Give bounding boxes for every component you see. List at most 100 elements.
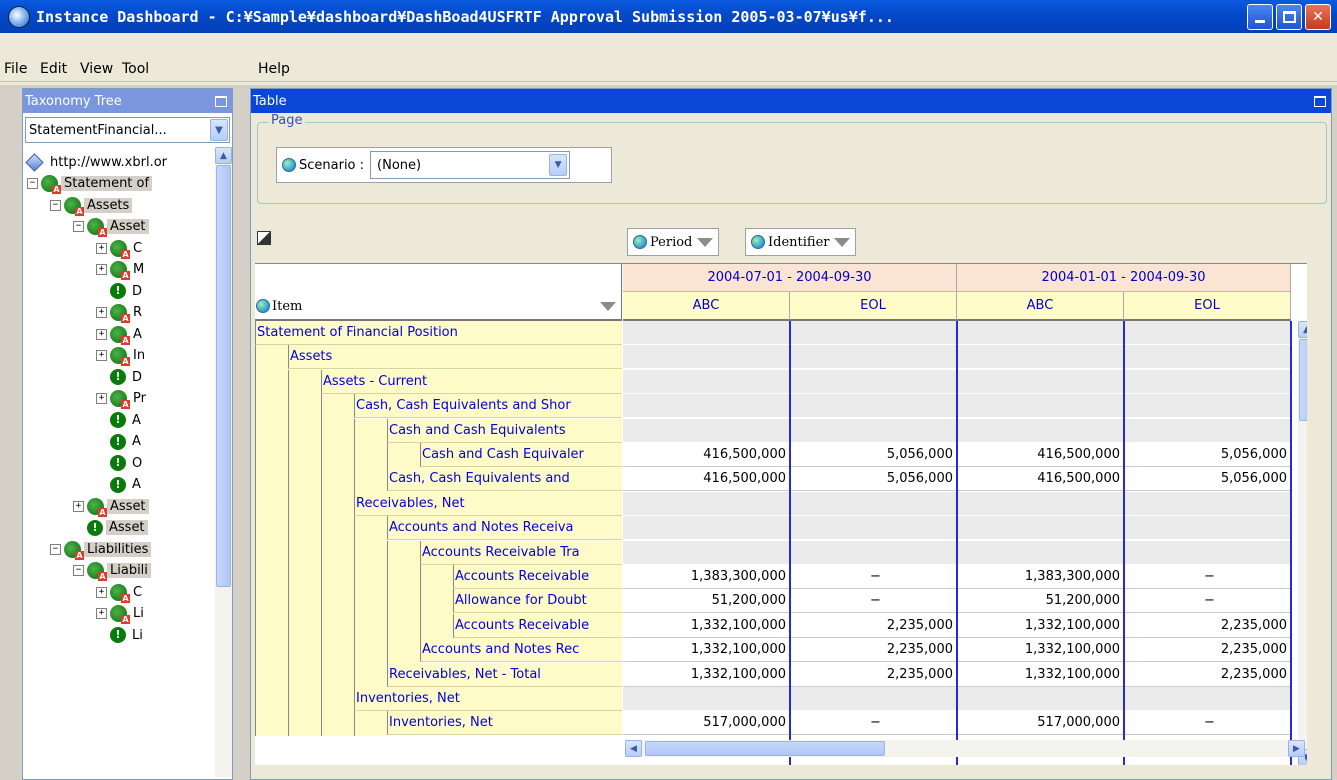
tree-node[interactable]: + Pr [96,388,149,410]
table-cell[interactable] [1124,687,1291,711]
tree-node[interactable]: +C [96,581,145,603]
period-dimension-button[interactable]: Period [627,228,720,256]
minimize-button[interactable] [1247,3,1273,30]
table-cell[interactable]: 416,500,000 [957,443,1124,467]
item-dimension-button[interactable]: Item [256,294,620,318]
table-cell[interactable] [790,321,957,345]
table-cell[interactable] [957,394,1124,419]
menu-tool[interactable]: Tool [122,61,149,77]
table-cell[interactable] [623,345,790,370]
collapse-icon[interactable]: − [73,221,84,232]
expand-icon[interactable]: + [96,350,107,361]
maximize-button[interactable] [1276,3,1302,30]
table-cell[interactable]: 5,056,000 [1124,443,1291,467]
table-cell[interactable] [1124,394,1291,419]
menu-edit[interactable]: Edit [40,61,67,77]
menu-help[interactable]: Help [258,61,290,77]
collapse-icon[interactable]: − [73,565,84,576]
table-cell[interactable] [623,516,790,541]
tree-node[interactable]: − Asset [73,216,149,238]
row-label[interactable]: Assets [288,345,622,370]
tree-vertical-scrollbar[interactable]: ▲ [215,147,232,777]
tree-node[interactable]: ! Asset [73,517,148,539]
row-label[interactable]: Cash and Cash Equivaler [420,443,622,467]
table-cell[interactable] [957,321,1124,345]
chevron-down-icon[interactable]: ▼ [549,154,568,176]
tree-node[interactable]: http://www.xbrl.or [25,151,170,173]
expand-icon[interactable]: + [96,328,107,340]
table-cell[interactable]: 517,000,000 [623,711,790,736]
close-button[interactable]: ✕ [1305,3,1331,30]
table-cell[interactable]: 416,500,000 [623,443,790,467]
table-cell[interactable]: 2,235,000 [1124,662,1291,687]
table-cell[interactable]: 1,332,100,000 [957,662,1124,687]
table-cell[interactable] [790,687,957,711]
tree-node[interactable]: ! Li [96,624,146,646]
expand-icon[interactable]: + [96,242,107,254]
table-cell[interactable]: 1,332,100,000 [623,613,790,638]
table-cell[interactable] [1124,321,1291,345]
table-cell[interactable]: 2,235,000 [1124,613,1291,638]
tree-node[interactable]: − Assets [50,194,133,216]
chevron-down-icon[interactable]: ▼ [210,119,228,141]
table-cell[interactable] [623,321,790,345]
expand-icon[interactable]: + [96,307,107,318]
table-cell[interactable] [790,491,957,516]
collapse-icon[interactable]: − [50,199,61,211]
row-label[interactable]: Inventories, Net [387,711,622,736]
table-cell[interactable] [790,540,957,565]
tree-node[interactable]: − Liabilities [50,538,152,560]
scroll-left-icon[interactable]: ◀ [625,740,642,757]
row-label[interactable]: Cash, Cash Equivalents and [387,467,622,492]
table-cell[interactable] [957,516,1124,541]
table-cell[interactable] [957,369,1124,394]
table-cell[interactable] [790,516,957,541]
tree-node[interactable]: +R [96,302,145,324]
scroll-right-icon[interactable]: ▶ [1288,740,1305,757]
scroll-up-icon[interactable]: ▲ [1298,321,1307,338]
tree-node[interactable]: + Asset [73,495,149,517]
row-label[interactable]: Accounts Receivable [453,613,622,638]
tree-node[interactable]: ! D [96,280,145,302]
expand-icon[interactable]: + [73,500,84,512]
row-label[interactable]: Assets - Current [321,369,622,394]
table-cell[interactable] [623,418,790,443]
row-label[interactable]: Inventories, Net [354,687,622,711]
table-hscroll-thumb[interactable] [645,741,885,756]
table-cell[interactable] [623,491,790,516]
table-cell[interactable]: − [1124,589,1291,614]
table-cell[interactable]: 5,056,000 [790,443,957,467]
panel-maximize-icon[interactable] [1314,95,1326,107]
table-cell[interactable] [1124,345,1291,370]
table-cell[interactable] [1124,369,1291,394]
table-cell[interactable] [790,345,957,370]
table-cell[interactable] [790,418,957,443]
tree-node[interactable]: ! D [96,366,145,388]
panel-maximize-icon[interactable] [215,95,227,107]
tree-node[interactable]: ! A [96,431,144,453]
tree-node[interactable]: + In [96,345,148,367]
collapse-icon[interactable]: − [27,178,38,189]
layout-toggle-icon[interactable] [257,231,271,245]
table-cell[interactable] [957,491,1124,516]
row-label[interactable]: Receivables, Net - Total [387,662,622,687]
table-cell[interactable] [790,394,957,419]
table-cell[interactable]: − [790,711,957,736]
table-cell[interactable]: 1,332,100,000 [623,638,790,663]
table-cell[interactable] [623,687,790,711]
table-horizontal-scrollbar[interactable]: ◀ ▶ [625,740,1305,757]
table-cell[interactable]: 1,332,100,000 [623,662,790,687]
table-cell[interactable]: 2,235,000 [790,662,957,687]
table-cell[interactable] [623,540,790,565]
table-cell[interactable] [623,369,790,394]
row-label[interactable]: Accounts and Notes Rec [420,638,622,663]
tree-node[interactable]: − Liabili [73,560,151,582]
table-vscroll-thumb[interactable] [1299,339,1307,421]
table-cell[interactable]: 517,000,000 [957,711,1124,736]
table-cell[interactable] [957,687,1124,711]
row-label[interactable]: Statement of Financial Position [255,321,622,345]
table-cell[interactable] [957,540,1124,565]
table-vertical-scrollbar[interactable]: ▲▼ [1298,321,1307,765]
menu-file[interactable]: File [4,61,27,77]
table-cell[interactable] [957,345,1124,370]
